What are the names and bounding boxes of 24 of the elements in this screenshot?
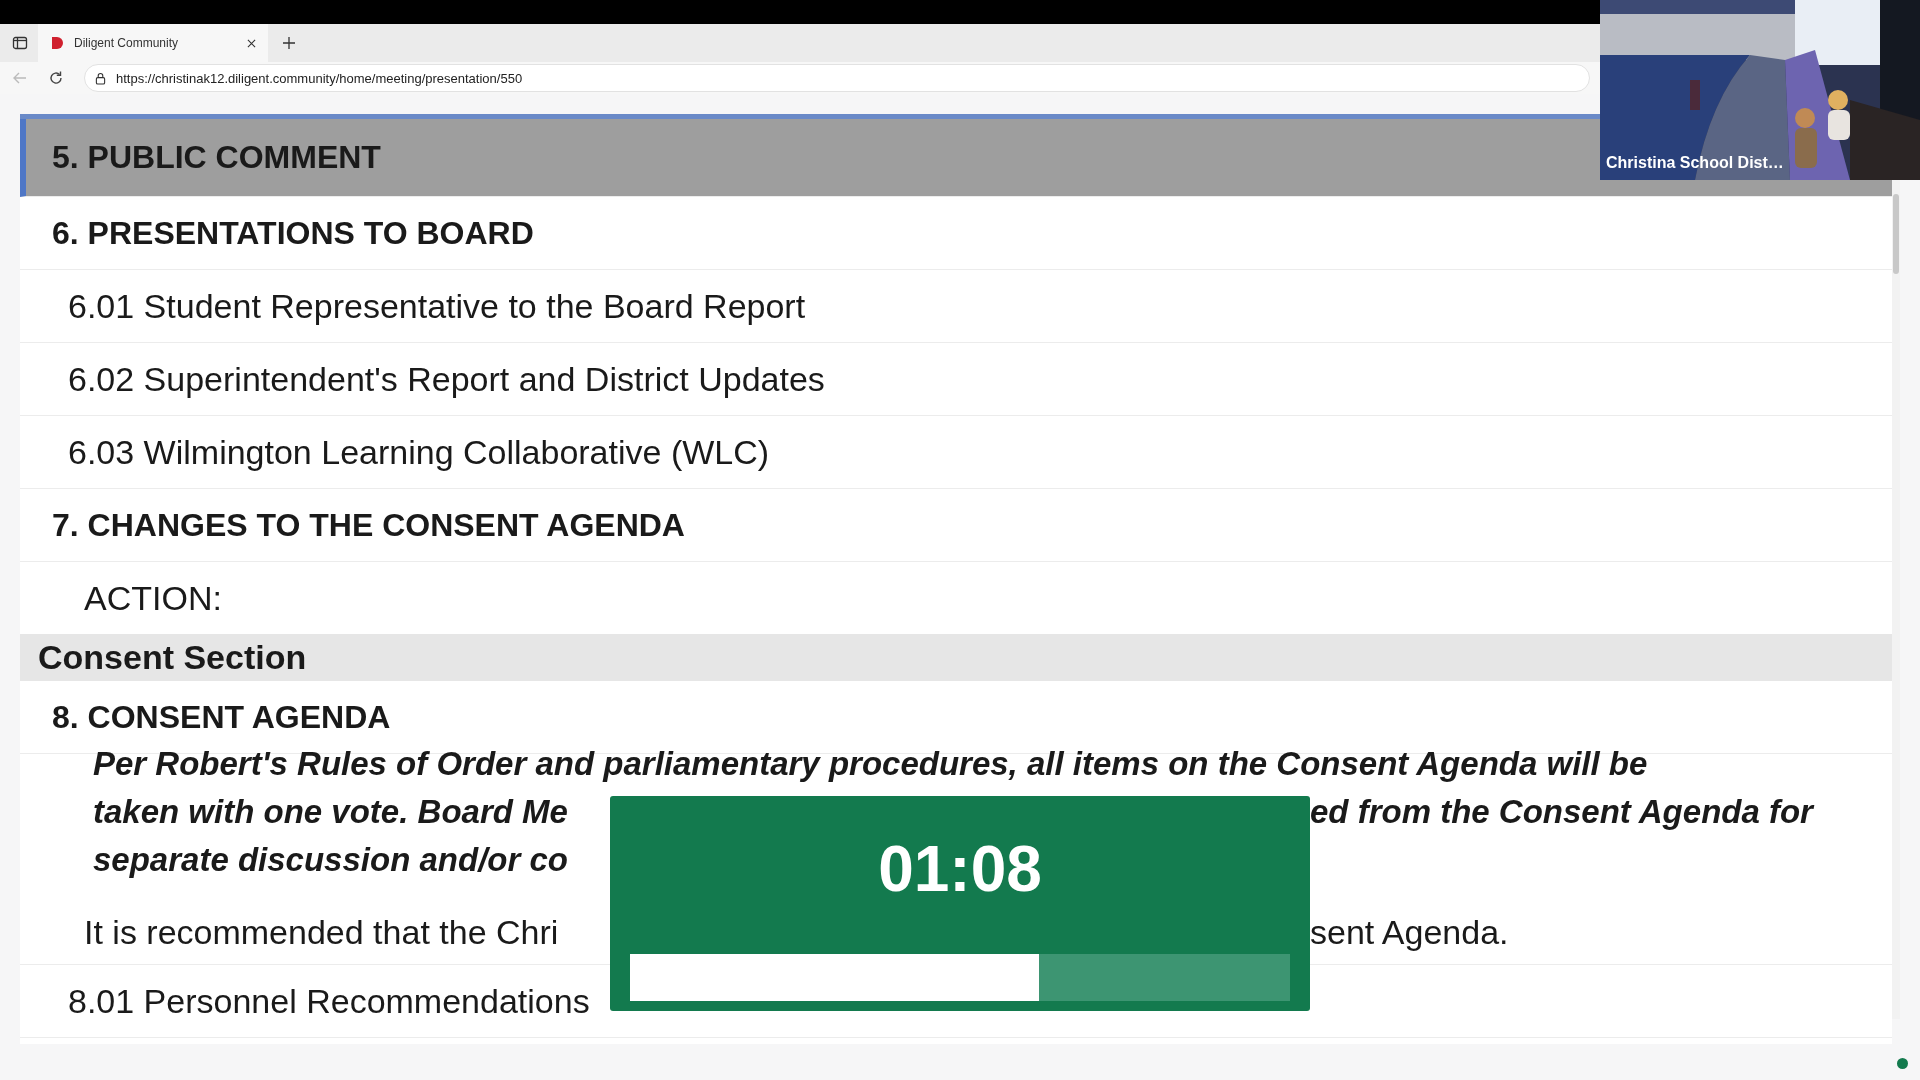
- browser-tab[interactable]: Diligent Community: [38, 24, 268, 62]
- agenda-heading[interactable]: 6. PRESENTATIONS TO BOARD: [20, 197, 1892, 270]
- agenda-item[interactable]: 6.02 Superintendent's Report and District Updates: [20, 343, 1892, 416]
- paragraph-text: taken with one vote. Board Me: [93, 793, 568, 831]
- agenda-item[interactable]: 6.03 Wilmington Learning Collaborative (WLC): [20, 416, 1892, 489]
- video-caption: Christina School Dist…: [1605, 153, 1785, 173]
- lock-icon: [95, 71, 106, 85]
- agenda-heading[interactable]: 7. CHANGES TO THE CONSENT AGENDA: [20, 489, 1892, 562]
- timer-value: 01:08: [878, 832, 1042, 906]
- tab-panel-icon[interactable]: [12, 35, 28, 51]
- scrollbar-thumb[interactable]: [1893, 194, 1899, 274]
- paragraph-text: It is recommended that the Chri: [84, 912, 559, 952]
- reload-icon[interactable]: [48, 70, 64, 86]
- address-field[interactable]: https://christinak12.diligent.community/home/meeting/presentation/550: [84, 64, 1590, 92]
- paragraph-text: ed from the Consent Agenda for: [1310, 793, 1813, 831]
- status-dot-icon: [1897, 1058, 1908, 1069]
- close-icon[interactable]: [247, 38, 256, 48]
- section-band: Consent Section: [20, 634, 1892, 681]
- action-label: ACTION:: [83, 577, 223, 619]
- paragraph-text: sent Agenda.: [1310, 912, 1509, 952]
- site-logo-icon: [50, 36, 64, 50]
- new-tab-icon[interactable]: [282, 36, 296, 50]
- agenda-item[interactable]: 6.01 Student Representative to the Board Report: [20, 270, 1892, 343]
- paragraph-text: separate discussion and/or co: [93, 841, 568, 879]
